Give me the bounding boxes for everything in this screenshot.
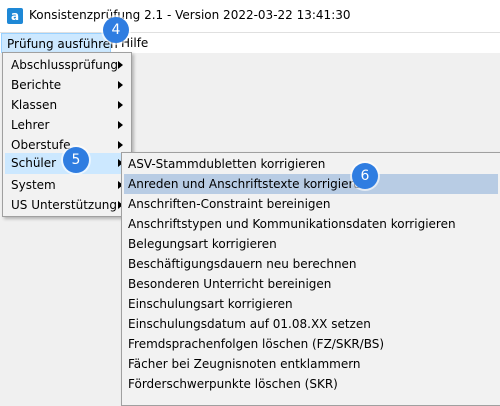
submenu-arrow-icon (118, 141, 123, 149)
submenu-item[interactable]: Belegungsart korrigieren (124, 234, 498, 254)
submenu-item[interactable]: Fremdsprachenfolgen löschen (FZ/SKR/BS) (124, 334, 498, 354)
submenu-item-label: Belegungsart korrigieren (128, 237, 277, 251)
submenu-item-label: Besonderen Unterricht bereinigen (128, 277, 332, 291)
submenu-item-label: Anreden und Anschriftstexte korrigieren (128, 177, 369, 191)
menu-bar: Prüfung ausführen Hilfe (0, 33, 500, 53)
menu-item-klassen[interactable]: Klassen (5, 95, 129, 115)
menu-item-us-unterstuetzung[interactable]: US Unterstützung (5, 195, 129, 215)
menu-item-label: Oberstufe (11, 138, 71, 152)
menu-item-lehrer[interactable]: Lehrer (5, 115, 129, 135)
menu-item-label: Klassen (11, 98, 58, 112)
submenu-item-label: Einschulungsart korrigieren (128, 297, 293, 311)
submenu-item-label: Einschulungsdatum auf 01.08.XX setzen (128, 317, 371, 331)
submenu-item[interactable]: Beschäftigungsdauern neu berechnen (124, 254, 498, 274)
menu-item-label: Abschlussprüfung (11, 58, 118, 72)
submenu-item[interactable]: Anschriftstypen und Kommunikationsdaten … (124, 214, 498, 234)
submenu-item-label: Anschriftstypen und Kommunikationsdaten … (128, 217, 456, 231)
submenu-schueler: ASV-Stammdubletten korrigieren Anreden u… (121, 152, 500, 406)
menu-item-label: Berichte (11, 78, 62, 92)
dropdown-menu-pruefung: Abschlussprüfung Berichte Klassen Lehrer… (2, 52, 132, 217)
submenu-arrow-icon (118, 121, 123, 129)
window-title: Konsistenzprüfung 2.1 - Version 2022-03-… (29, 8, 351, 22)
menu-item-label: Lehrer (11, 118, 50, 132)
submenu-item[interactable]: Förderschwerpunkte löschen (SKR) (124, 374, 498, 394)
title-bar: a Konsistenzprüfung 2.1 - Version 2022-0… (0, 0, 500, 33)
submenu-item[interactable]: Fächer bei Zeugnisnoten entklammern (124, 354, 498, 374)
step-badge-4: 4 (103, 17, 129, 43)
menu-item-label: US Unterstützung (11, 198, 118, 212)
menu-item-system[interactable]: System (5, 175, 129, 195)
submenu-item-label: Fächer bei Zeugnisnoten entklammern (128, 357, 361, 371)
submenu-item-anreden-korrigieren[interactable]: Anreden und Anschriftstexte korrigieren (124, 174, 498, 194)
app-logo-icon: a (7, 8, 23, 24)
submenu-item-label: Förderschwerpunkte löschen (SKR) (128, 377, 338, 391)
submenu-arrow-icon (118, 61, 123, 69)
step-badge-6: 6 (352, 163, 378, 189)
menu-item-berichte[interactable]: Berichte (5, 75, 129, 95)
submenu-item[interactable]: Anschriften-Constraint bereinigen (124, 194, 498, 214)
submenu-item[interactable]: ASV-Stammdubletten korrigieren (124, 154, 498, 174)
submenu-item-label: Fremdsprachenfolgen löschen (FZ/SKR/BS) (128, 337, 385, 351)
submenu-arrow-icon (118, 101, 123, 109)
submenu-item-label: Anschriften-Constraint bereinigen (128, 197, 331, 211)
submenu-item-label: ASV-Stammdubletten korrigieren (128, 157, 326, 171)
menu-item-label: System (11, 178, 56, 192)
menu-pruefung-ausfuehren[interactable]: Prüfung ausführen (1, 33, 118, 53)
submenu-arrow-icon (118, 81, 123, 89)
menu-item-label: Schüler (11, 156, 57, 170)
submenu-item-label: Beschäftigungsdauern neu berechnen (128, 257, 357, 271)
submenu-item[interactable]: Einschulungsart korrigieren (124, 294, 498, 314)
submenu-item[interactable]: Einschulungsdatum auf 01.08.XX setzen (124, 314, 498, 334)
submenu-item[interactable]: Besonderen Unterricht bereinigen (124, 274, 498, 294)
menu-item-abschlusspruefung[interactable]: Abschlussprüfung (5, 55, 129, 75)
step-badge-5: 5 (63, 147, 89, 173)
